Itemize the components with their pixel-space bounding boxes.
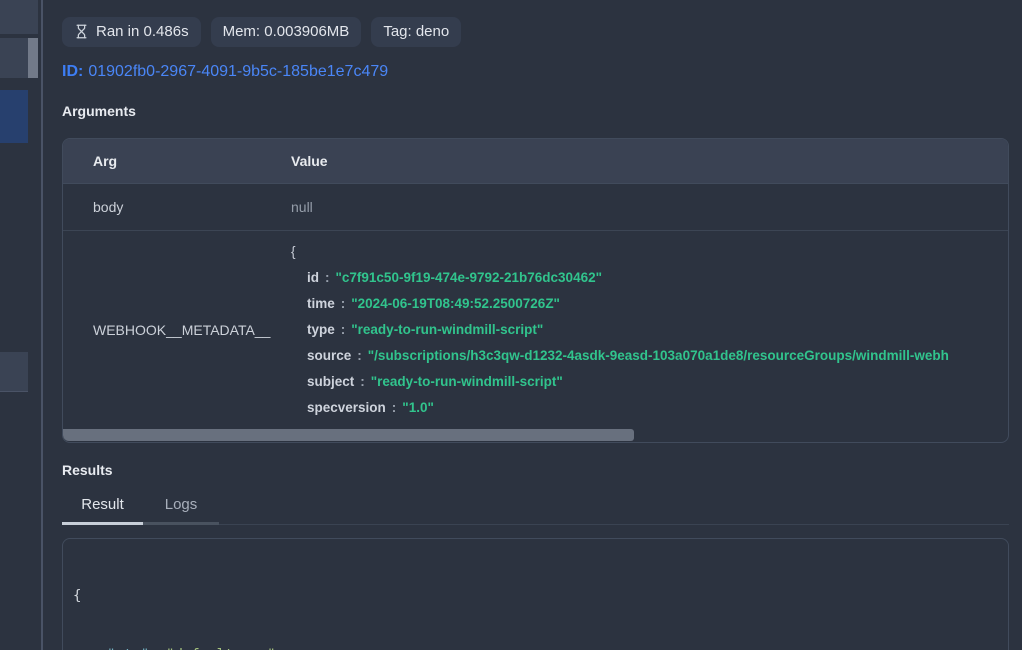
job-id-line: ID: 01902fb0-2967-4091-9b5c-185be1e7c479 (62, 63, 1009, 81)
code-key: "str" (107, 647, 149, 650)
json-value: "ready-to-run-windmill-script" (371, 374, 563, 389)
sidebar-item[interactable] (0, 352, 28, 392)
active-tab-underline (62, 522, 143, 525)
json-value: "/subscriptions/h3c3qw-d1232-4asdk-9easd… (368, 348, 949, 363)
json-separator: : (325, 270, 330, 285)
tag-badge: Tag: deno (371, 17, 461, 47)
json-entry-id: id: "c7f91c50-9f19-474e-9792-21b76dc30462… (291, 265, 1008, 291)
inactive-tab-underline (143, 522, 219, 525)
run-duration-badge: Ran in 0.486s (62, 17, 201, 47)
json-entry-subject: subject: "ready-to-run-windmill-script" (291, 369, 1008, 395)
result-code-block: { "str": "default arg", "union": "Hello … (73, 548, 998, 650)
tab-result[interactable]: Result (62, 496, 143, 524)
json-key: id (307, 270, 319, 285)
json-separator: : (341, 322, 346, 337)
code-value: "default arg" (166, 647, 276, 650)
tab-logs-label: Logs (165, 496, 198, 513)
code-separator: : (149, 647, 166, 650)
json-key: type (307, 322, 335, 337)
arguments-table-header: Arg Value (63, 139, 1008, 184)
json-entry-specversion: specversion: "1.0" (291, 395, 1008, 421)
column-header-arg: Arg (63, 153, 291, 169)
sidebar-item[interactable] (0, 38, 28, 78)
table-row-body: body null (63, 184, 1008, 231)
code-comma: , (276, 647, 284, 650)
horizontal-scrollbar-thumb[interactable] (63, 429, 634, 441)
code-open-brace: { (73, 587, 998, 607)
sidebar-item-selected[interactable] (0, 90, 28, 143)
arg-value-null: null (291, 199, 1008, 215)
run-stats-badges: Ran in 0.486s Mem: 0.003906MB Tag: deno (62, 17, 1009, 47)
json-object-viewer: { id: "c7f91c50-9f19-474e-9792-21b76dc304… (291, 229, 1008, 431)
job-run-detail-panel: Ran in 0.486s Mem: 0.003906MB Tag: deno … (43, 0, 1022, 650)
column-header-value: Value (291, 153, 1008, 169)
json-separator: : (360, 374, 365, 389)
arg-name: WEBHOOK__METADATA__ (63, 322, 291, 338)
result-json-panel: { "str": "default arg", "union": "Hello … (62, 538, 1009, 650)
json-entry-source: source: "/subscriptions/h3c3qw-d1232-4asd… (291, 343, 1008, 369)
results-tab-bar: Result Logs (62, 496, 1009, 525)
hourglass-icon (74, 24, 89, 39)
left-sidebar (0, 0, 43, 650)
json-key: source (307, 348, 351, 363)
json-key: specversion (307, 400, 386, 415)
job-id-label: ID: (62, 63, 83, 80)
memory-badge: Mem: 0.003906MB (211, 17, 362, 47)
json-entry-type: type: "ready-to-run-windmill-script" (291, 317, 1008, 343)
json-separator: : (341, 296, 346, 311)
json-value: "2024-06-19T08:49:52.2500726Z" (351, 296, 560, 311)
results-title: Results (62, 462, 1009, 478)
arguments-table: Arg Value body null WEBHOOK__METADATA__ … (62, 138, 1009, 443)
run-duration-label: Ran in 0.486s (96, 24, 189, 39)
arguments-title: Arguments (62, 103, 1009, 119)
job-id-link[interactable]: 01902fb0-2967-4091-9b5c-185be1e7c479 (88, 63, 388, 80)
json-value: "c7f91c50-9f19-474e-9792-21b76dc30462" (336, 270, 603, 285)
table-horizontal-scrollbar (63, 429, 1008, 442)
arg-value-object: { id: "c7f91c50-9f19-474e-9792-21b76dc304… (291, 229, 1008, 431)
tab-logs[interactable]: Logs (143, 496, 219, 524)
code-line-str: "str": "default arg", (73, 646, 998, 650)
json-open-brace: { (291, 239, 1008, 265)
json-entry-time: time: "2024-06-19T08:49:52.2500726Z" (291, 291, 1008, 317)
arg-name: body (63, 199, 291, 215)
json-separator: : (357, 348, 362, 363)
tab-result-label: Result (81, 496, 124, 513)
table-row-webhook-metadata: WEBHOOK__METADATA__ { id: "c7f91c50-9f19-… (63, 231, 1008, 429)
json-value: "ready-to-run-windmill-script" (351, 322, 543, 337)
sidebar-scrollbar-thumb[interactable] (28, 38, 38, 78)
json-key: time (307, 296, 335, 311)
sidebar-item[interactable] (0, 0, 38, 34)
json-key: subject (307, 374, 354, 389)
json-separator: : (392, 400, 397, 415)
json-value: "1.0" (402, 400, 434, 415)
